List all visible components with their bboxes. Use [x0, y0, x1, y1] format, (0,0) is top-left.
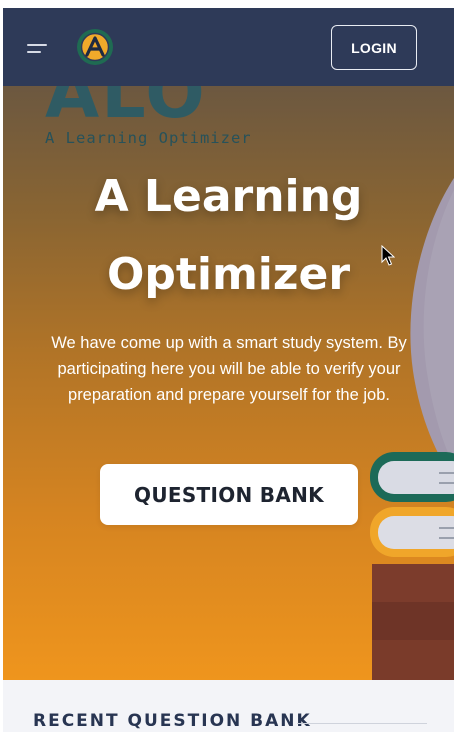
section-heading: RECENT QUESTION BANK: [33, 711, 312, 731]
hero-description: We have come up with a smart study syste…: [51, 334, 407, 404]
login-button[interactable]: LOGIN: [331, 25, 417, 70]
alo-logo-icon[interactable]: [76, 28, 114, 66]
hero-title: A Learning Optimizer: [3, 158, 454, 314]
top-navbar: LOGIN: [3, 8, 454, 86]
menu-icon[interactable]: [27, 41, 49, 57]
hero-title-line1: A Learning: [94, 171, 363, 222]
frame-edge: [454, 8, 458, 732]
app-frame: LOGIN ALO A Learning Optimizer A Learnin…: [3, 8, 454, 732]
brand-watermark: ALO: [45, 86, 207, 134]
heading-divider: [297, 723, 427, 724]
recent-question-bank-section: RECENT QUESTION BANK: [3, 680, 454, 732]
mouse-pointer-icon: [381, 245, 395, 266]
hero-title-line2: Optimizer: [106, 249, 351, 300]
question-bank-button[interactable]: QUESTION BANK: [100, 464, 358, 525]
brand-tagline: A Learning Optimizer: [45, 129, 252, 147]
hero-banner: ALO A Learning Optimizer A Learning Opti…: [3, 86, 454, 680]
